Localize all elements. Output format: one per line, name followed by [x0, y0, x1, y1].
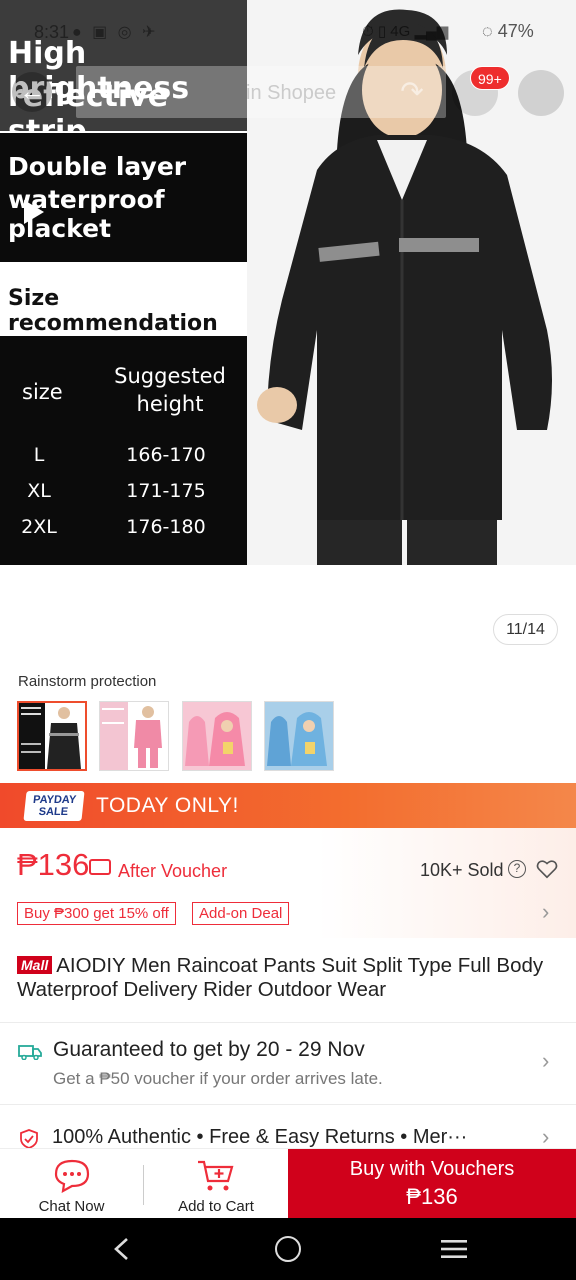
back-button[interactable]: ← [12, 72, 52, 112]
height-header-line1: Suggested [114, 364, 226, 388]
pink-raincoat-thumb [100, 702, 168, 770]
discount-tag[interactable]: Buy ₱300 get 15% off [17, 902, 176, 925]
nav-back-icon[interactable] [110, 1236, 134, 1262]
chat-icon [54, 1159, 90, 1193]
play-video-icon[interactable] [22, 198, 46, 226]
add-cart-icon [198, 1160, 234, 1191]
divider [0, 1104, 576, 1105]
chat-now-label: Chat Now [38, 1198, 105, 1215]
payday-logo-line2: SALE [38, 806, 69, 818]
system-nav-bar [0, 1218, 576, 1280]
late-voucher-text: Get a ₱50 voucher if your order arrives … [53, 1069, 383, 1088]
add-to-cart-label: Add to Cart [178, 1198, 254, 1215]
price-section: ₱136 After Voucher 10K+ Sold ? Buy ₱300 … [0, 828, 576, 938]
image-counter: 11/14 [493, 614, 558, 645]
battery-percent: 47% [497, 21, 534, 41]
price-value: ₱136 [17, 847, 90, 882]
top-nav: ← in Shopee ↷ 99+ [0, 62, 576, 122]
nav-recents-icon[interactable] [441, 1239, 467, 1259]
sold-count: 10K+ Sold [420, 860, 504, 880]
voucher-icon [89, 859, 111, 875]
shield-icon [20, 1129, 38, 1149]
variation-thumb-pink-adult[interactable] [99, 701, 169, 771]
search-placeholder: in Shopee [246, 82, 337, 104]
promo-text: TODAY ONLY! [96, 794, 239, 817]
black-raincoat-thumb [19, 703, 85, 769]
size-value: XL [27, 480, 51, 502]
nav-home-icon[interactable] [275, 1236, 301, 1262]
size-column-header: size [22, 380, 63, 404]
chevron-right-icon: › [542, 1124, 550, 1149]
assurance-text: 100% Authentic • Free & Easy Returns • M… [52, 1126, 468, 1148]
height-value: 176-180 [126, 516, 206, 538]
share-icon: ↷ [400, 76, 424, 107]
payday-sale-logo: PAYDAY SALE [23, 791, 85, 821]
variation-thumb-blue-kids[interactable] [264, 701, 334, 771]
size-value: L [33, 444, 45, 466]
buy-label: Buy with Vouchers [349, 1158, 515, 1180]
buy-with-vouchers-button[interactable]: Buy with Vouchers ₱136 [288, 1149, 576, 1219]
battery-indicator: ◌ 47% [482, 21, 534, 41]
height-header-line2: height [136, 392, 204, 416]
truck-icon [18, 1045, 42, 1060]
product-title: Mall AIODIY Men Raincoat Pants Suit Split… [17, 954, 562, 1002]
status-time: 8:31 [34, 22, 70, 42]
more-button[interactable] [518, 70, 564, 116]
notification-icons: ● ▣ ◎ ✈ [72, 24, 159, 41]
cart-badge: 99+ [470, 66, 510, 90]
promo-banner[interactable]: PAYDAY SALE TODAY ONLY! [0, 783, 576, 828]
signal-icons: ⏱ ▯ 4G ▂▄▆ [362, 23, 449, 40]
after-voucher-label: After Voucher [118, 861, 228, 881]
payday-logo-line1: PAYDAY [32, 794, 77, 806]
shipping-guarantee[interactable]: Guaranteed to get by 20 - 29 Nov Get a ₱… [0, 1022, 576, 1104]
height-value: 166-170 [126, 444, 206, 466]
variation-title: Rainstorm protection [18, 673, 157, 690]
kids-blue-raincoat-thumb [265, 702, 333, 770]
assurance-row[interactable]: 100% Authentic • Free & Easy Returns • M… [0, 1120, 576, 1150]
variation-thumb-black[interactable] [17, 701, 87, 771]
chat-now-button[interactable]: Chat Now [0, 1149, 143, 1219]
product-title-text: AIODIY Men Raincoat Pants Suit Split Typ… [17, 954, 544, 1001]
chevron-right-icon[interactable]: › [542, 899, 549, 925]
help-icon[interactable]: ? [508, 860, 526, 878]
size-table: size Suggested height L 166-170 XL 171-1… [0, 336, 247, 565]
buy-price: ₱136 [406, 1184, 458, 1209]
arrow-left-icon: ← [19, 76, 45, 106]
network-type: 4G [390, 23, 411, 40]
variation-thumb-pink-kids[interactable] [182, 701, 252, 771]
kids-pink-raincoat-thumb [183, 702, 251, 770]
mall-badge: Mall [17, 956, 53, 974]
placket-line1: Double layer [8, 152, 187, 181]
size-recommendation-heading: Size recommendation [0, 262, 247, 336]
height-column-header: Suggested height [108, 362, 232, 418]
heart-icon[interactable] [536, 858, 558, 880]
add-to-cart-button[interactable]: Add to Cart [144, 1149, 288, 1219]
share-button[interactable]: ↷ [390, 70, 434, 114]
addon-deal-tag[interactable]: Add-on Deal [192, 902, 290, 925]
delivery-guarantee-text: Guaranteed to get by 20 - 29 Nov [53, 1038, 365, 1061]
status-bar: 8:31 ● ▣ ◎ ✈ ⏱ ▯ 4G ▂▄▆ ◌ 47% [0, 0, 576, 62]
height-value: 171-175 [126, 480, 206, 502]
chevron-right-icon: › [542, 1048, 550, 1073]
size-value: 2XL [21, 516, 57, 538]
bottom-action-bar: Chat Now Add to Cart Buy with Vouchers ₱… [0, 1148, 576, 1219]
